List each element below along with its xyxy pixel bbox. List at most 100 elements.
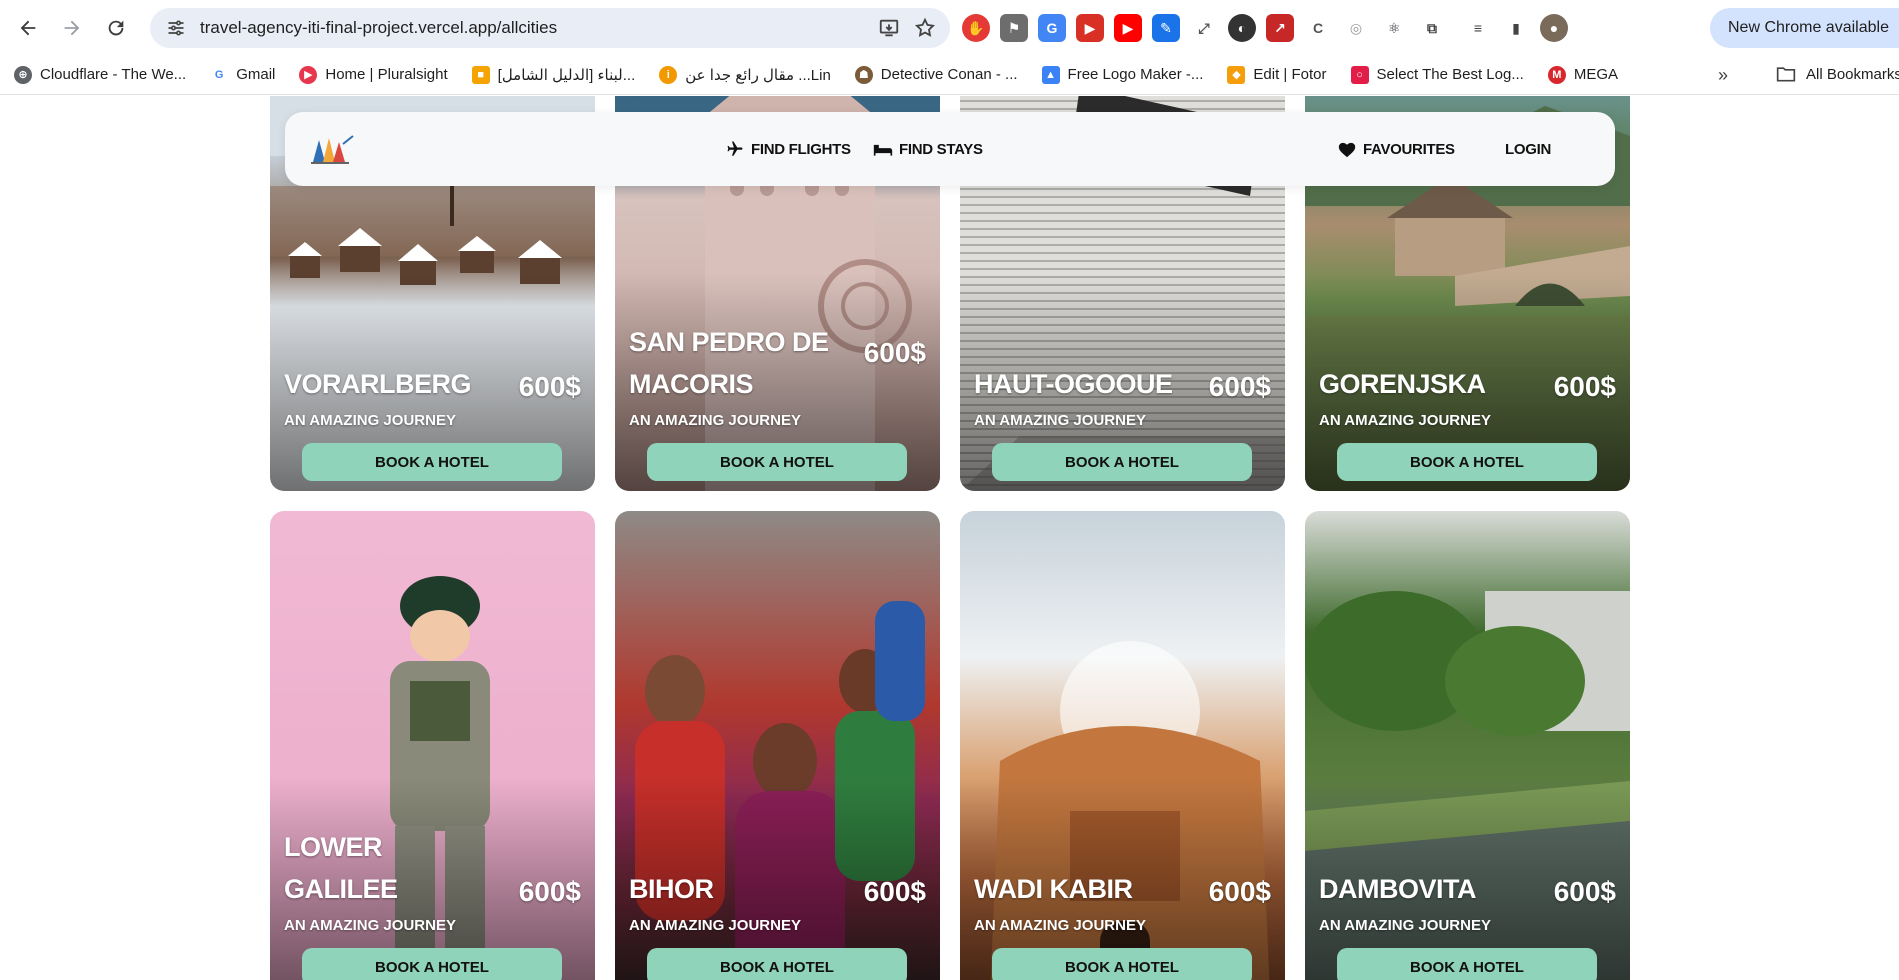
- bookmark-star-icon[interactable]: [914, 17, 936, 39]
- detective-icon: ☗: [854, 65, 873, 84]
- editor-extension-icon[interactable]: ✎: [1152, 14, 1180, 42]
- book-hotel-button[interactable]: Book a hotel: [1337, 443, 1597, 481]
- city-tagline: An amazing journey: [629, 412, 801, 429]
- favourites-link[interactable]: Favourites: [1337, 112, 1455, 186]
- bookmark-item[interactable]: ◆ Edit | Fotor: [1227, 65, 1327, 84]
- bookmark-label: Edit | Fotor: [1253, 66, 1327, 83]
- bookmark-label: MEGA: [1573, 66, 1619, 83]
- media-controls-icon[interactable]: ≡: [1464, 14, 1492, 42]
- extensions-bar: ✋ ⚑ G ▶ ▶ ✎ ⤢ ◐ ↗ C ◎ ⚛ ⧉ ≡ ▮ ●: [962, 10, 1568, 46]
- fullscreen-extension-icon[interactable]: ⤢: [1190, 14, 1218, 42]
- book-hotel-button[interactable]: Book a hotel: [992, 443, 1252, 481]
- adblock-extension-icon[interactable]: ✋: [962, 14, 990, 42]
- book-hotel-button[interactable]: Book a hotel: [992, 948, 1252, 980]
- bookmark-label: Gmail: [236, 66, 276, 83]
- city-price: 600$: [1208, 371, 1271, 402]
- city-price: 600$: [863, 337, 926, 368]
- city-tagline: An amazing journey: [284, 412, 456, 429]
- more-bookmarks-button[interactable]: »: [1718, 65, 1728, 86]
- pluralsight-icon: ▶: [299, 65, 318, 84]
- bookmark-item[interactable]: ▲ Free Logo Maker -...: [1041, 65, 1204, 84]
- puzzle-extensions-icon[interactable]: ⧉: [1418, 14, 1446, 42]
- forward-button[interactable]: [52, 8, 92, 48]
- bookmark-label: [الدليل الشامل] لبناء...: [497, 66, 636, 84]
- info-icon: i: [659, 65, 678, 84]
- guide-icon: ■: [471, 65, 490, 84]
- bookmarks-bar: ⊕ Cloudflare - The We... G Gmail ▶ Home | P…: [0, 55, 1899, 95]
- city-price: 600$: [1553, 371, 1616, 402]
- new-chrome-available-button[interactable]: New Chrome available: [1710, 8, 1899, 48]
- city-card[interactable]: Wadi Kabir 600$ An amazing journey Book …: [960, 511, 1285, 980]
- book-hotel-button[interactable]: Book a hotel: [302, 948, 562, 980]
- bookmark-label: Detective Conan - ...: [880, 66, 1018, 83]
- favourites-label: Favourites: [1363, 140, 1455, 158]
- bed-icon: [873, 144, 893, 156]
- login-label: Login: [1505, 140, 1551, 158]
- city-tagline: An amazing journey: [974, 917, 1146, 934]
- city-card[interactable]: Lower Galilee 600$ An amazing journey Bo…: [270, 511, 595, 980]
- reload-button[interactable]: [96, 8, 136, 48]
- find-flights-link[interactable]: Find Flights: [725, 112, 851, 186]
- address-bar[interactable]: travel-agency-iti-final-project.vercel.a…: [150, 8, 950, 48]
- youtube-extension-icon[interactable]: ▶: [1114, 14, 1142, 42]
- url-text[interactable]: travel-agency-iti-final-project.vercel.a…: [200, 18, 878, 38]
- city-name: Haut-Ogooue: [974, 369, 1173, 399]
- all-bookmarks-label: All Bookmarks: [1806, 65, 1899, 83]
- globe-icon: ⊕: [14, 65, 32, 84]
- install-app-icon[interactable]: [878, 17, 900, 39]
- city-price: 600$: [1553, 876, 1616, 907]
- mega-icon: M: [1547, 65, 1566, 84]
- city-name: San Pedro de Macoris: [629, 327, 829, 399]
- city-name: Gorenjska: [1319, 369, 1486, 399]
- city-tagline: An amazing journey: [629, 917, 801, 934]
- bookmark-label: Home | Pluralsight: [325, 66, 448, 83]
- bookmark-item[interactable]: G Gmail: [210, 65, 276, 84]
- site-info-icon[interactable]: [166, 18, 186, 38]
- react-devtools-icon[interactable]: ⚛: [1380, 14, 1408, 42]
- city-card[interactable]: Dambovita 600$ An amazing journey Book a…: [1305, 511, 1630, 980]
- site-logo[interactable]: [309, 132, 355, 166]
- video-speed-extension-icon[interactable]: ▶: [1076, 14, 1104, 42]
- find-flights-label: Find Flights: [751, 140, 851, 158]
- book-hotel-button[interactable]: Book a hotel: [302, 443, 562, 481]
- book-hotel-button[interactable]: Book a hotel: [1337, 948, 1597, 980]
- bookmark-item[interactable]: ○ Select The Best Log...: [1350, 65, 1524, 84]
- city-price: 600$: [863, 876, 926, 907]
- folder-icon: [1776, 67, 1796, 82]
- heart-icon: [1338, 142, 1356, 158]
- css-extension-icon[interactable]: C: [1304, 14, 1332, 42]
- bookmark-item[interactable]: ☗ Detective Conan - ...: [854, 65, 1018, 84]
- city-name: Dambovita: [1319, 874, 1477, 904]
- reload-icon: [108, 20, 124, 36]
- page-viewport: Vorarlberg 600$ An amazing journey Book …: [0, 96, 1899, 980]
- bookmark-item[interactable]: M MEGA: [1547, 65, 1619, 84]
- pointer-extension-icon[interactable]: ↗: [1266, 14, 1294, 42]
- bookmark-item[interactable]: ▶ Home | Pluralsight: [299, 65, 448, 84]
- city-card[interactable]: Bihor 600$ An amazing journey Book a hot…: [615, 511, 940, 980]
- book-hotel-button[interactable]: Book a hotel: [647, 948, 907, 980]
- book-hotel-button[interactable]: Book a hotel: [647, 443, 907, 481]
- bookmark-item[interactable]: ■ [الدليل الشامل] لبناء...: [471, 65, 636, 84]
- bookmark-item[interactable]: i مقال رائع جدا عن ...Lin: [659, 65, 831, 84]
- bookmark-label: Free Logo Maker -...: [1067, 66, 1204, 83]
- city-tagline: An amazing journey: [1319, 917, 1491, 934]
- site-navbar: Find Flights Find Stays Favourites Login: [285, 112, 1615, 186]
- logo-maker-icon: ▲: [1041, 65, 1060, 84]
- dark-reader-extension-icon[interactable]: ◐: [1228, 14, 1256, 42]
- find-stays-link[interactable]: Find Stays: [873, 112, 983, 186]
- profile-avatar[interactable]: ●: [1540, 14, 1568, 42]
- login-link[interactable]: Login: [1505, 112, 1551, 186]
- bookmark-extension-icon[interactable]: ⚑: [1000, 14, 1028, 42]
- all-bookmarks-button[interactable]: All Bookmarks: [1776, 65, 1899, 83]
- side-panel-icon[interactable]: ▮: [1502, 14, 1530, 42]
- airplane-icon: [727, 141, 743, 156]
- lighthouse-extension-icon[interactable]: ◎: [1342, 14, 1370, 42]
- bookmark-label: مقال رائع جدا عن ...Lin: [685, 66, 831, 84]
- city-name: Wadi Kabir: [974, 874, 1133, 904]
- select-logo-icon: ○: [1350, 65, 1369, 84]
- bookmark-item[interactable]: ⊕ Cloudflare - The We...: [14, 65, 186, 84]
- new-chrome-label: New Chrome available: [1728, 19, 1889, 36]
- back-button[interactable]: [8, 8, 48, 48]
- translate-extension-icon[interactable]: G: [1038, 14, 1066, 42]
- cities-grid: Vorarlberg 600$ An amazing journey Book …: [270, 96, 1630, 980]
